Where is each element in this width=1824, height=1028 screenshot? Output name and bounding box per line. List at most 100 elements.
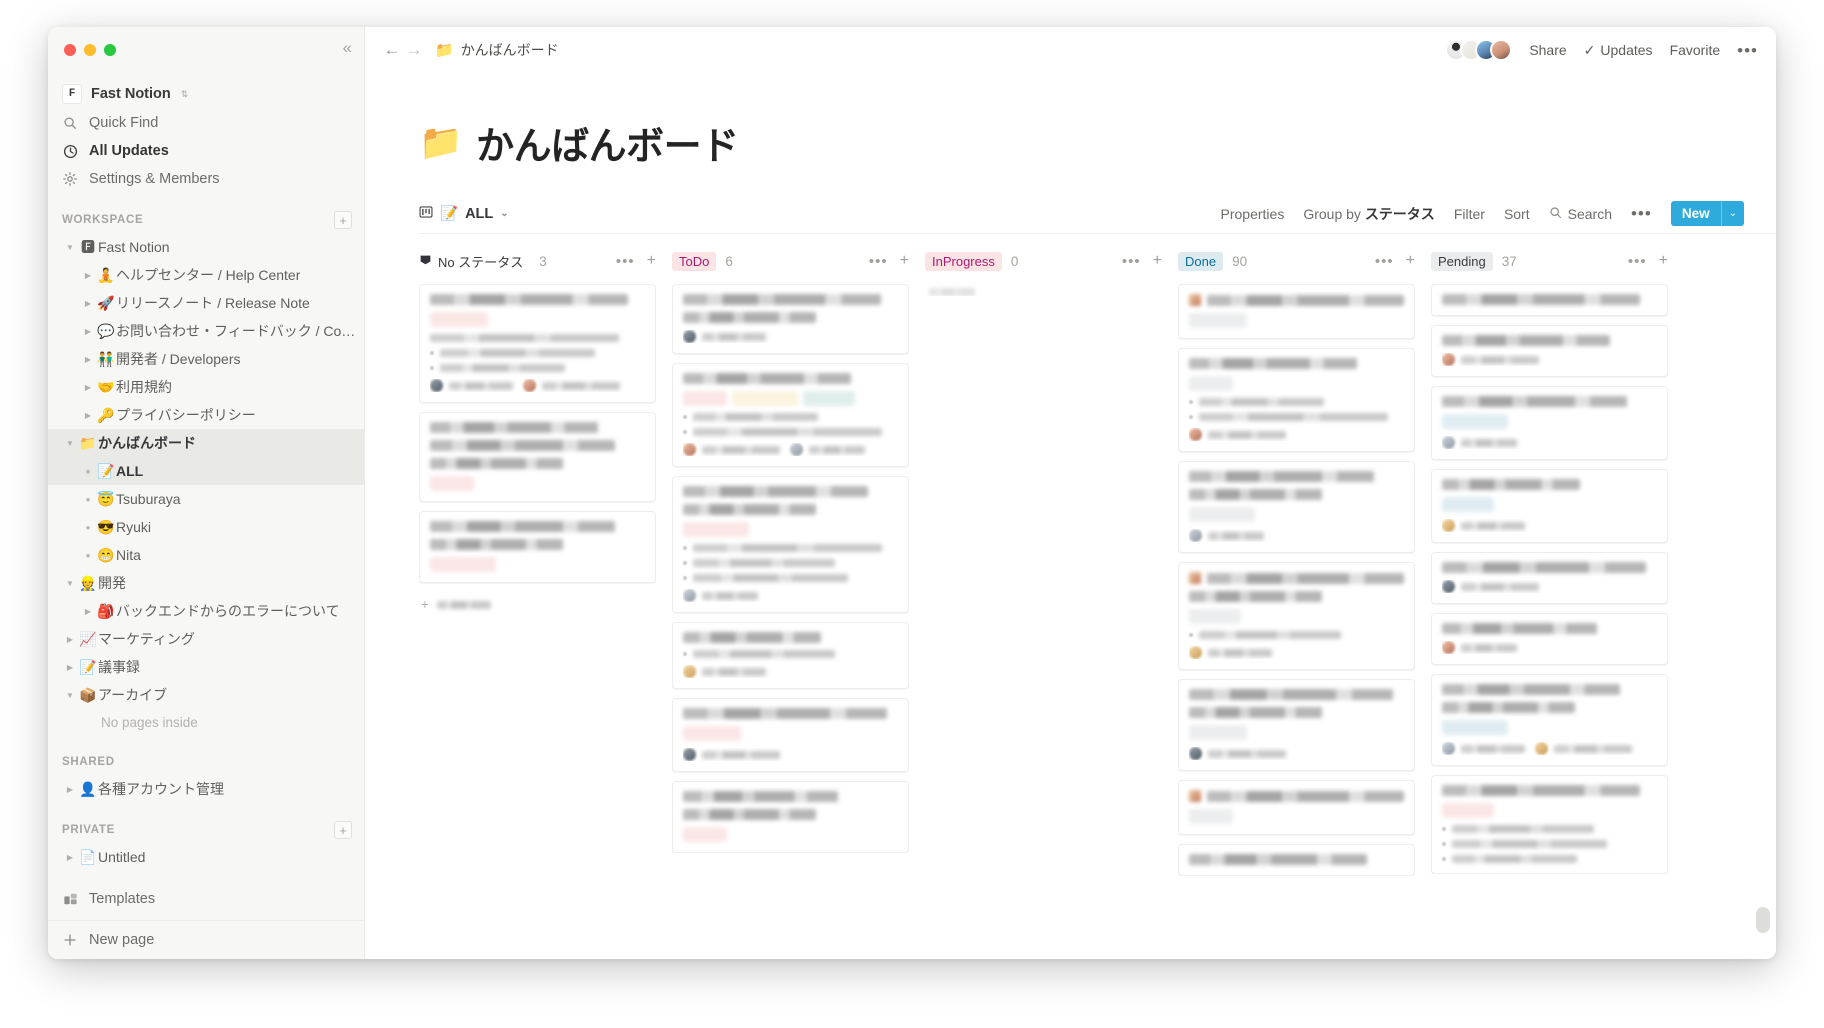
new-page-button[interactable]: New page — [48, 921, 364, 959]
sidebar-tree-item[interactable]: ▶ 💬 お問い合わせ・フィードバック / Co… — [48, 317, 364, 345]
sidebar-tree-item[interactable]: ▶ 👬 開発者 / Developers — [48, 345, 364, 373]
sidebar-tree-item[interactable]: ▶ 🚀 リリースノート / Release Note — [48, 289, 364, 317]
filter-button[interactable]: Filter — [1454, 206, 1485, 222]
bullet-icon[interactable]: • — [80, 464, 96, 479]
favorite-button[interactable]: Favorite — [1670, 42, 1721, 58]
chevron-right-icon[interactable]: ▶ — [62, 635, 78, 644]
updates-button[interactable]: ✓ Updates — [1584, 42, 1653, 59]
sidebar-item-quick-find[interactable]: Quick Find — [48, 109, 364, 137]
chevron-right-icon[interactable]: ▶ — [80, 607, 96, 616]
properties-button[interactable]: Properties — [1221, 206, 1285, 222]
sidebar-tree-item[interactable]: ▶ 📈 マーケティング — [48, 625, 364, 653]
column-add-card-icon[interactable]: + — [647, 253, 656, 269]
board-card[interactable] — [419, 412, 656, 502]
sidebar-item-templates[interactable]: Templates — [48, 885, 364, 913]
scrollbar-thumb[interactable] — [1756, 907, 1770, 933]
sidebar-tree-item[interactable]: ▼ 📁 かんばんボード — [48, 429, 364, 457]
sidebar-tree-item[interactable]: ▶ 🔑 プライバシーポリシー — [48, 401, 364, 429]
more-options-icon[interactable]: ••• — [1737, 42, 1758, 59]
chevron-down-icon[interactable]: ▼ — [62, 691, 78, 700]
chevron-right-icon[interactable]: ▶ — [62, 785, 78, 794]
add-card-button[interactable]: + — [419, 592, 656, 617]
board-card[interactable] — [1431, 552, 1668, 604]
column-add-card-icon[interactable]: + — [1406, 253, 1415, 269]
chevron-down-icon[interactable]: ▼ — [62, 243, 78, 252]
new-button[interactable]: New ⌄ — [1670, 201, 1744, 226]
board-card[interactable] — [1431, 674, 1668, 766]
collapse-sidebar-icon[interactable]: « — [343, 39, 353, 56]
board-card[interactable] — [672, 284, 909, 354]
column-add-card-icon[interactable]: + — [1659, 253, 1668, 269]
chevron-right-icon[interactable]: ▶ — [80, 411, 96, 420]
board-card[interactable] — [1178, 679, 1415, 771]
bullet-icon[interactable]: • — [80, 548, 96, 563]
board-card[interactable] — [1178, 461, 1415, 553]
board-card[interactable] — [1431, 613, 1668, 665]
board-card[interactable] — [1431, 775, 1668, 874]
chevron-down-icon[interactable]: ▼ — [62, 439, 78, 448]
board-card[interactable] — [672, 476, 909, 613]
column-more-icon[interactable]: ••• — [869, 254, 888, 269]
board-card[interactable] — [1431, 386, 1668, 460]
column-more-icon[interactable]: ••• — [616, 254, 635, 269]
chevron-right-icon[interactable]: ▶ — [80, 271, 96, 280]
member-avatars[interactable] — [1445, 39, 1513, 61]
board-card[interactable] — [672, 698, 909, 772]
workspace-switcher[interactable]: F Fast Notion ⇅ — [48, 79, 364, 109]
sidebar-tree-item[interactable]: • 😎 Ryuki — [48, 513, 364, 541]
sidebar-tree-item[interactable]: ▶ 📝 議事録 — [48, 653, 364, 681]
sidebar-tree-item[interactable]: ▼ 📦 アーカイブ — [48, 681, 364, 709]
view-tab-all[interactable]: 📝 ALL ⌄ — [419, 205, 509, 222]
close-window-icon[interactable] — [64, 44, 76, 56]
sidebar-tree-item[interactable]: • 😁 Nita — [48, 541, 364, 569]
board-card[interactable] — [1431, 284, 1668, 316]
column-add-card-icon[interactable]: + — [1153, 253, 1162, 269]
maximize-window-icon[interactable] — [104, 44, 116, 56]
bullet-icon[interactable]: • — [80, 492, 96, 507]
column-add-card-icon[interactable]: + — [900, 253, 909, 269]
column-more-icon[interactable]: ••• — [1122, 254, 1141, 269]
sidebar-tree-item[interactable]: ▶ 🎒 バックエンドからのエラーについて — [48, 597, 364, 625]
add-page-button[interactable]: + — [334, 211, 352, 229]
board-card[interactable] — [1431, 325, 1668, 377]
sidebar-tree-item[interactable]: • 😇 Tsuburaya — [48, 485, 364, 513]
board-card[interactable] — [419, 511, 656, 583]
breadcrumb[interactable]: 📁 かんばんボード — [435, 40, 559, 60]
chevron-right-icon[interactable]: ▶ — [80, 299, 96, 308]
chevron-right-icon[interactable]: ▶ — [80, 355, 96, 364]
minimize-window-icon[interactable] — [84, 44, 96, 56]
sidebar-tree-item[interactable]: ▼ 🅵 Fast Notion — [48, 233, 364, 261]
board-card[interactable] — [672, 622, 909, 689]
board-card[interactable] — [672, 781, 909, 853]
group-by-button[interactable]: Group by ステータス — [1303, 204, 1434, 224]
chevron-right-icon[interactable]: ▶ — [62, 663, 78, 672]
board-card[interactable] — [672, 363, 909, 467]
view-more-icon[interactable]: ••• — [1631, 205, 1652, 222]
chevron-down-icon[interactable]: ⌄ — [1722, 201, 1744, 226]
sidebar-tree-item[interactable]: ▶ 🤝 利用規約 — [48, 373, 364, 401]
chevron-right-icon[interactable]: ▶ — [80, 327, 96, 336]
board-card[interactable] — [1178, 348, 1415, 452]
chevron-down-icon[interactable]: ▼ — [62, 579, 78, 588]
sidebar-tree-item[interactable]: • 📝 ALL — [48, 457, 364, 485]
board-card[interactable] — [1178, 562, 1415, 670]
sidebar-item-settings-members[interactable]: Settings & Members — [48, 165, 364, 193]
bullet-icon[interactable]: • — [80, 520, 96, 535]
sidebar-tree-item[interactable]: ▶ 👤 各種アカウント管理 — [48, 775, 364, 803]
column-more-icon[interactable]: ••• — [1628, 254, 1647, 269]
sidebar-item-all-updates[interactable]: All Updates — [48, 137, 364, 165]
board-card[interactable] — [1431, 469, 1668, 543]
chevron-right-icon[interactable]: ▶ — [80, 383, 96, 392]
forward-arrow-icon[interactable]: → — [403, 40, 425, 60]
back-arrow-icon[interactable]: ← — [381, 40, 403, 60]
chevron-right-icon[interactable]: ▶ — [62, 853, 78, 862]
sort-button[interactable]: Sort — [1504, 206, 1530, 222]
add-private-page-button[interactable]: + — [334, 821, 352, 839]
search-button[interactable]: Search — [1549, 206, 1612, 222]
sidebar-tree-item[interactable]: ▼ 👷 開発 — [48, 569, 364, 597]
board-card[interactable] — [1178, 844, 1415, 876]
board-card[interactable] — [419, 284, 656, 403]
share-button[interactable]: Share — [1529, 42, 1566, 58]
avatar[interactable] — [1490, 39, 1513, 61]
board-card[interactable] — [1178, 780, 1415, 835]
